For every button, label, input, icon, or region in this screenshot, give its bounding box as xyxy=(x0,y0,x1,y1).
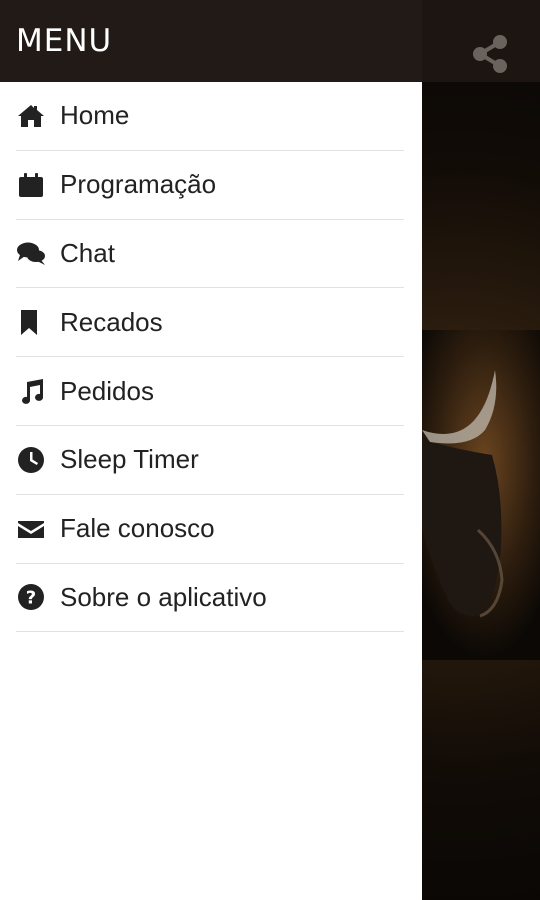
menu-item-label: Home xyxy=(60,100,130,131)
home-icon xyxy=(16,100,48,132)
navigation-drawer: MENU Home Programação Chat Recados Pedid… xyxy=(0,0,422,900)
menu-item-programacao[interactable]: Programação xyxy=(16,151,404,220)
clock-icon xyxy=(16,444,48,476)
menu-item-chat[interactable]: Chat xyxy=(16,220,404,289)
menu-item-recados[interactable]: Recados xyxy=(16,288,404,358)
menu-item-label: Pedidos xyxy=(60,375,154,406)
drawer-title: MENU xyxy=(16,23,113,59)
menu-item-pedidos[interactable]: Pedidos xyxy=(16,357,404,426)
drawer-header: MENU xyxy=(0,0,422,82)
share-icon xyxy=(473,35,507,73)
music-icon xyxy=(16,375,48,407)
menu-item-label: Sobre o aplicativo xyxy=(60,581,267,612)
share-button[interactable] xyxy=(470,32,510,76)
menu-item-sleep-timer[interactable]: Sleep Timer xyxy=(16,426,404,495)
chat-icon xyxy=(16,237,48,269)
calendar-icon xyxy=(16,169,48,201)
menu-item-label: Sleep Timer xyxy=(60,444,199,475)
bookmark-icon xyxy=(16,306,48,338)
svg-text:?: ? xyxy=(26,588,36,609)
menu-item-sobre[interactable]: ? Sobre o aplicativo xyxy=(16,564,404,633)
envelope-icon xyxy=(16,513,48,545)
menu-item-fale-conosco[interactable]: Fale conosco xyxy=(16,495,404,564)
question-icon: ? xyxy=(16,581,48,613)
menu-item-label: Programação xyxy=(60,169,217,200)
menu-item-label: Recados xyxy=(60,306,163,337)
menu-item-home[interactable]: Home xyxy=(16,82,404,151)
menu-item-label: Fale conosco xyxy=(60,513,215,544)
menu-item-label: Chat xyxy=(60,237,115,268)
menu-list: Home Programação Chat Recados Pedidos Sl… xyxy=(0,82,422,633)
